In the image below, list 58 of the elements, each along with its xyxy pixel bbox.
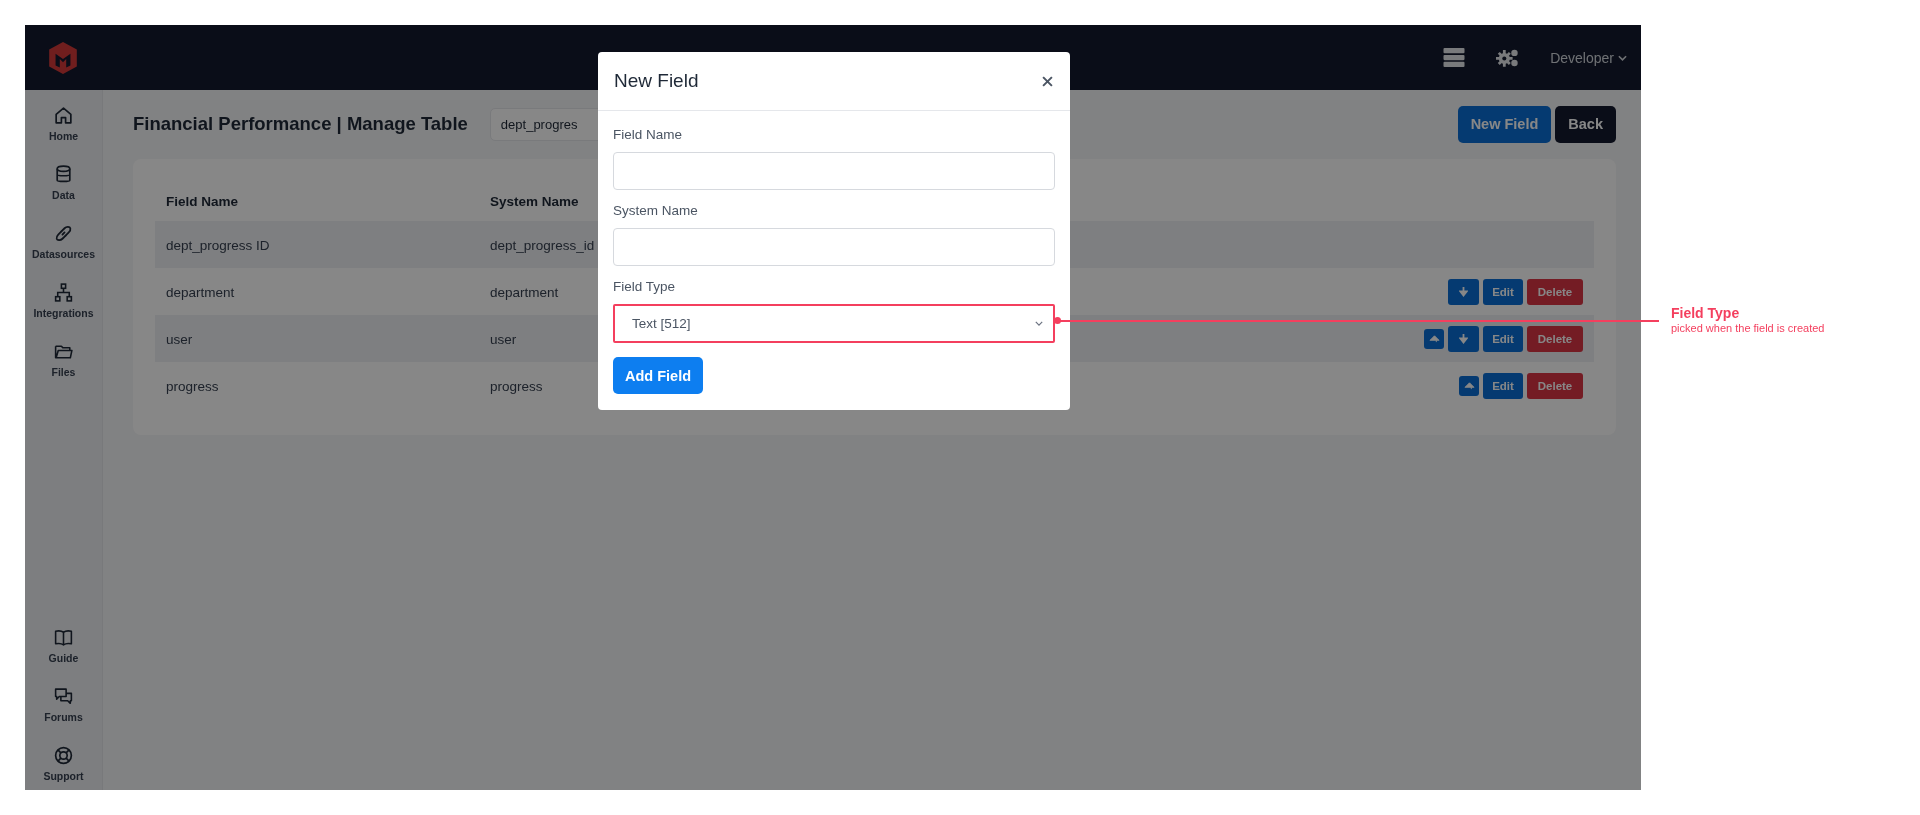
arrow-down-icon xyxy=(1459,333,1468,344)
database-icon xyxy=(53,164,74,185)
edit-button[interactable]: Edit xyxy=(1483,325,1523,352)
sidebar-item[interactable]: Support xyxy=(43,770,84,782)
sidebar-item[interactable]: Forums xyxy=(44,711,83,723)
add-field-button[interactable]: Add Field xyxy=(613,357,704,394)
move-down-button[interactable] xyxy=(1448,278,1479,305)
table-cell: dept_progress_id xyxy=(490,237,595,253)
text-input[interactable] xyxy=(613,228,1055,266)
delete-button[interactable]: Delete xyxy=(1527,278,1583,305)
delete-button[interactable]: Delete xyxy=(1527,372,1583,399)
close-icon[interactable] xyxy=(1042,75,1053,87)
dialog-title: New Field xyxy=(614,70,699,92)
link-icon xyxy=(53,223,74,244)
user-menu[interactable]: Developer xyxy=(1550,49,1627,66)
arrow-up-icon xyxy=(1428,334,1440,343)
arrow-up-icon xyxy=(1463,381,1475,390)
sidebar-item[interactable]: Integrations xyxy=(33,307,94,319)
move-up-button[interactable] xyxy=(1424,328,1444,349)
hierarchy-icon xyxy=(53,282,74,303)
table-cell: user xyxy=(490,331,517,347)
column-header: Field Name xyxy=(166,194,239,209)
move-down-button[interactable] xyxy=(1448,325,1479,352)
field-label: System Name xyxy=(613,203,699,218)
sidebar-item[interactable]: Guide xyxy=(48,652,79,664)
table-cell: progress xyxy=(166,378,219,394)
sidebar-item[interactable]: Data xyxy=(52,189,75,201)
table-cell: dept_progress ID xyxy=(166,237,270,253)
gears-icon[interactable] xyxy=(1496,47,1521,68)
sidebar-item[interactable]: Files xyxy=(51,366,76,378)
column-header: System Name xyxy=(490,194,579,209)
annotation-title: Field Type xyxy=(1671,305,1741,321)
logo-icon xyxy=(47,40,79,75)
move-up-button[interactable] xyxy=(1459,375,1479,396)
server-icon[interactable] xyxy=(1442,47,1467,68)
edit-button[interactable]: Edit xyxy=(1483,278,1523,305)
new-field-button[interactable]: New Field xyxy=(1457,105,1552,143)
chevron-down-icon xyxy=(1035,321,1043,326)
table-cell: department xyxy=(166,284,235,300)
sidebar-item[interactable]: Datasources xyxy=(32,248,95,260)
page-title: Financial Performance | Manage Table xyxy=(133,113,468,135)
arrow-down-icon xyxy=(1459,286,1468,297)
caret-icon xyxy=(1618,54,1627,61)
field-label: Field Type xyxy=(613,279,677,294)
delete-button[interactable]: Delete xyxy=(1527,325,1583,352)
home-icon xyxy=(53,105,74,126)
table-cell: user xyxy=(166,331,193,347)
text-input[interactable] xyxy=(613,152,1055,190)
book-icon xyxy=(53,627,74,648)
chat-icon xyxy=(53,686,74,707)
annotation-note: picked when the field is created xyxy=(1671,322,1825,334)
table-cell: progress xyxy=(490,378,543,394)
back-button[interactable]: Back xyxy=(1555,105,1616,143)
table-cell: department xyxy=(490,284,559,300)
field-type-select[interactable]: Text [512] xyxy=(613,304,1055,343)
sidebar-item[interactable]: Home xyxy=(48,130,79,142)
lifebuoy-icon xyxy=(53,745,74,766)
edit-button[interactable]: Edit xyxy=(1483,372,1523,399)
